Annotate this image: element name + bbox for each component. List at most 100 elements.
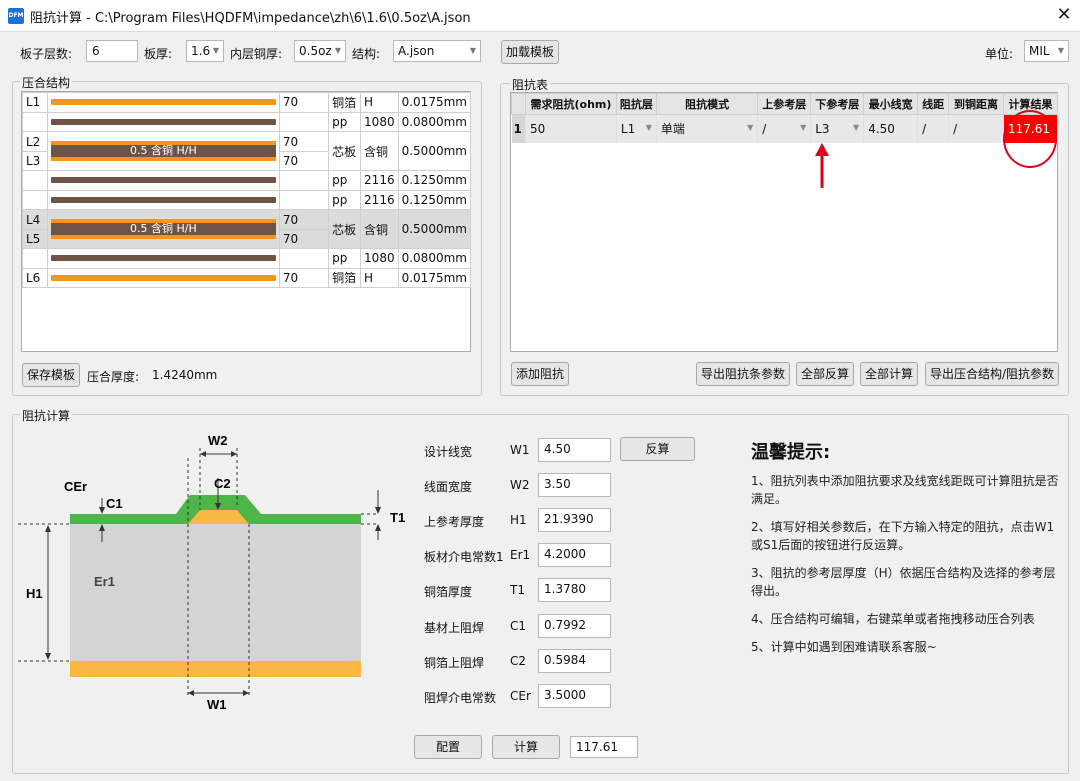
c2-label: C2 [214, 476, 231, 491]
c1-label: C1 [106, 496, 123, 511]
stackup-row[interactable]: L6 70 铜箔 H 0.0175mm [22, 267, 472, 288]
core-bar: 0.5 含铜 H/H [50, 141, 276, 161]
reverse-all-button[interactable]: 全部反算 [796, 362, 854, 386]
thickness-value: 1.6 [191, 44, 211, 58]
close-icon[interactable]: ✕ [1050, 2, 1078, 28]
column-header[interactable]: 到铜距离 [948, 93, 1004, 115]
stackup-row[interactable]: pp 2116 0.1250mm [22, 170, 472, 191]
column-header[interactable]: 线距 [917, 93, 950, 115]
required-impedance-cell[interactable]: 50 [525, 114, 617, 143]
layer-name: L4 [23, 211, 47, 230]
config-button[interactable]: 配置 [414, 735, 482, 759]
lower-ref-cell[interactable]: L3 ▼ [810, 114, 865, 143]
reverse-calc-button[interactable]: 反算 [620, 437, 695, 461]
tips-title: 温馨提示: [751, 442, 831, 463]
add-impedance-button[interactable]: 添加阻抗 [511, 362, 569, 386]
material-type: 芯板 [328, 131, 362, 171]
column-header[interactable]: 需求阻抗(ohm) [524, 93, 617, 115]
material-thickness: 0.0175mm [397, 92, 472, 113]
material-spec: 2116 [360, 189, 399, 210]
export-impedance-button[interactable]: 导出阻抗条参数 [696, 362, 790, 386]
param-symbol: W1 [510, 443, 530, 457]
spacing-cell[interactable]: / [917, 114, 950, 143]
inner-copper-label: 内层铜厚: [230, 47, 283, 61]
layer-name: L5 [26, 231, 41, 246]
chevron-down-icon: ▼ [1057, 46, 1064, 55]
chevron-down-icon: ▼ [212, 46, 219, 55]
chevron-down-icon: ▼ [747, 123, 754, 132]
impedance-layer-cell[interactable]: L1 ▼ [616, 114, 657, 143]
material-type: 芯板 [328, 209, 362, 249]
param-input[interactable]: 4.50 [538, 438, 611, 462]
column-header[interactable]: 阻抗层 [615, 93, 657, 115]
calculate-all-button[interactable]: 全部计算 [860, 362, 918, 386]
material-spec: 含铜 [360, 131, 399, 171]
layers-input[interactable]: 6 [86, 40, 138, 62]
copper-foil-bar [50, 274, 276, 281]
export-stackup-params-button[interactable]: 导出压合结构/阻抗参数 [925, 362, 1059, 386]
param-label: 铜箔厚度 [424, 585, 473, 600]
stackup-list[interactable]: L1 70 铜箔 H 0.0175mm pp 1080 0.0800mm L2 L3 0.5 含… [21, 91, 472, 352]
stackup-row[interactable]: L1 70 铜箔 H 0.0175mm [22, 92, 472, 113]
copper-percent: 70 [279, 211, 329, 230]
param-input[interactable]: 21.9390 [538, 508, 611, 533]
impedance-layer-value: L1 [620, 121, 636, 136]
param-input[interactable]: 0.7992 [538, 613, 611, 638]
inner-copper-value: 0.5oz [299, 44, 332, 58]
tip-item: 1、阻抗列表中添加阻抗要求及线宽线距既可计算阻抗是否满足。 [751, 474, 1059, 506]
calculate-button[interactable]: 计算 [492, 735, 560, 759]
total-thickness-value: 1.4240mm [152, 368, 218, 382]
param-input[interactable]: 3.50 [538, 473, 611, 498]
param-symbol: W2 [510, 478, 530, 493]
impedance-table[interactable]: 需求阻抗(ohm) 阻抗层 阻抗模式 上参考层 下参考层 最小线宽 线距 到铜距… [510, 92, 1058, 352]
param-input[interactable]: 0.5984 [538, 648, 611, 673]
column-header[interactable]: 阻抗模式 [655, 93, 759, 115]
table-row[interactable]: 1 50 L1 ▼ 单端 ▼ / ▼ L3 ▼ 4.50 / / 117.61 [511, 114, 1058, 143]
tip-item: 5、计算中如遇到困难请联系客服~ [751, 640, 937, 654]
highlight-circle [1003, 110, 1057, 168]
material-spec: 1080 [360, 248, 399, 269]
inner-copper-select[interactable]: 0.5oz ▼ [294, 40, 346, 62]
structure-select[interactable]: A.json ▼ [393, 40, 481, 62]
stackup-row[interactable]: L2 L3 0.5 含铜 H/H 70 70 芯板 含铜 0.5000mm [22, 131, 472, 171]
param-input[interactable]: 4.2000 [538, 543, 611, 568]
stackup-row[interactable]: pp 1080 0.0800mm [22, 111, 472, 132]
stackup-row[interactable]: pp 2116 0.1250mm [22, 189, 472, 210]
param-symbol: T1 [510, 583, 525, 598]
param-label: 线面宽度 [424, 480, 473, 495]
layer-name: L3 [26, 153, 41, 168]
layer-name: L2 [23, 133, 47, 152]
save-template-button[interactable]: 保存模板 [22, 363, 80, 387]
chevron-down-icon: ▼ [334, 46, 341, 55]
param-label: 基材上阻焊 [424, 620, 485, 635]
row-index: 1 [511, 114, 526, 143]
chevron-down-icon: ▼ [645, 123, 652, 132]
stackup-row[interactable]: L4 L5 0.5 含铜 H/H 70 70 芯板 含铜 0.5000mm [22, 209, 472, 249]
stackup-row[interactable]: pp 1080 0.0800mm [22, 248, 472, 269]
column-header[interactable]: 下参考层 [810, 93, 865, 115]
table-header-row: 需求阻抗(ohm) 阻抗层 阻抗模式 上参考层 下参考层 最小线宽 线距 到铜距… [511, 93, 1058, 115]
min-width-cell[interactable]: 4.50 [863, 114, 919, 143]
material-spec: H [360, 92, 399, 113]
material-thickness: 0.0800mm [397, 111, 472, 132]
substrate-rect [70, 518, 361, 661]
layer-name: L6 [22, 267, 48, 288]
param-input[interactable]: 1.3780 [538, 578, 611, 603]
thickness-select[interactable]: 1.6 ▼ [186, 40, 224, 62]
unit-select[interactable]: MIL ▼ [1024, 40, 1069, 62]
param-symbol: CEr [510, 688, 531, 703]
up-arrow-icon [815, 143, 829, 188]
result-field: 117.61 [570, 736, 638, 758]
upper-ref-cell[interactable]: / ▼ [757, 114, 812, 143]
impedance-mode-cell[interactable]: 单端 ▼ [656, 114, 759, 143]
layer-name: L1 [22, 92, 48, 113]
load-template-button[interactable]: 加载模板 [501, 40, 559, 64]
copper-distance-cell[interactable]: / [948, 114, 1004, 143]
copper-percent: 70 [282, 231, 299, 246]
column-header[interactable]: 最小线宽 [863, 93, 919, 115]
column-header[interactable]: 上参考层 [757, 93, 812, 115]
impedance-table-title: 阻抗表 [510, 76, 551, 93]
param-label: 铜箔上阻焊 [424, 655, 485, 670]
param-input[interactable]: 3.5000 [538, 683, 611, 708]
pp-bar [50, 118, 276, 125]
